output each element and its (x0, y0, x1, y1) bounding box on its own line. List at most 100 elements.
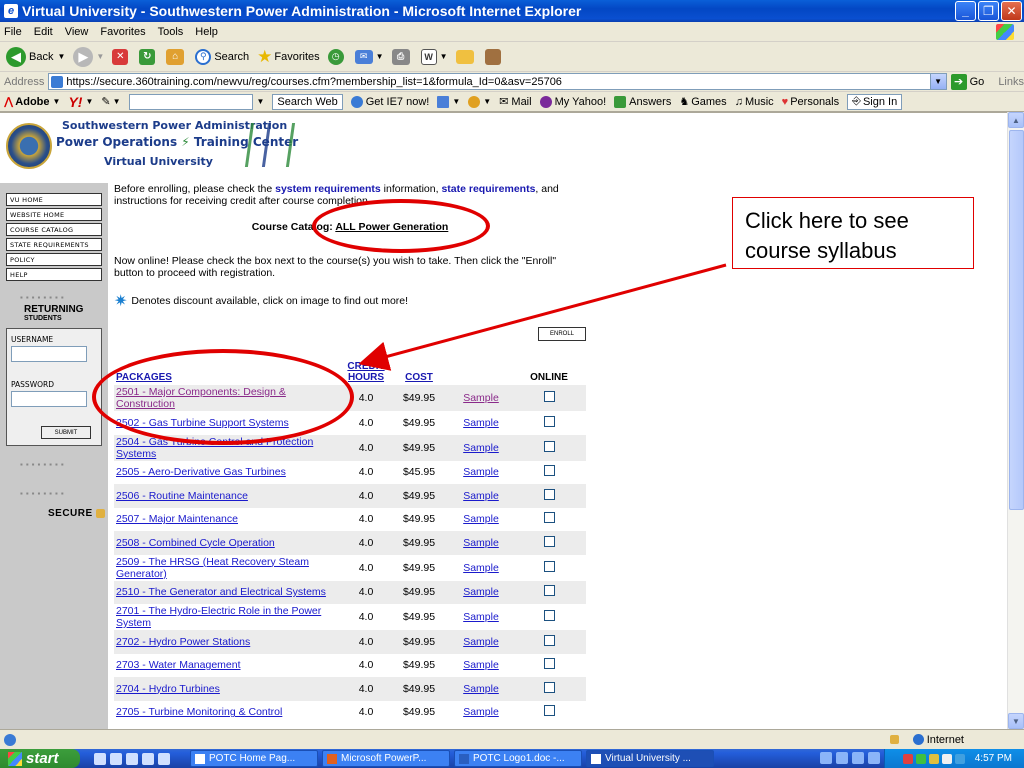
chevron-down-icon[interactable]: ▼ (57, 52, 65, 61)
enroll-checkbox[interactable] (543, 440, 555, 452)
window-titlebar[interactable]: e Virtual University - Southwestern Powe… (0, 0, 1024, 22)
sample-link[interactable]: Sample (450, 654, 512, 678)
minimize-button[interactable]: _ (955, 1, 976, 21)
nav-help[interactable]: HELP (6, 268, 102, 281)
course-link[interactable]: 2509 - The HRSG (Heat Recovery Steam Gen… (114, 555, 344, 581)
enroll-checkbox[interactable] (543, 391, 555, 402)
cost-header[interactable]: COST (388, 357, 450, 385)
task-potc-logo-doc[interactable]: POTC Logo1.doc -... (454, 750, 582, 767)
course-link[interactable]: 2505 - Aero-Derivative Gas Turbines (114, 461, 344, 485)
history-button[interactable]: ◷ (327, 48, 347, 65)
sample-link[interactable]: Sample (450, 580, 512, 604)
search-button[interactable]: ⚲ Search (195, 48, 249, 65)
course-link[interactable]: 2507 - Major Maintenance (114, 508, 344, 532)
personals-link[interactable]: ♥ Personals (782, 96, 839, 108)
chevron-down-icon[interactable]: ▼ (929, 74, 946, 89)
enroll-checkbox[interactable] (543, 585, 555, 597)
adobe-button[interactable]: ⋀ Adobe ▼ (4, 95, 60, 109)
task-virtual-university[interactable]: Virtual University ... (586, 750, 714, 767)
pencil-menu[interactable]: ✎ ▼ (101, 95, 120, 108)
research-button[interactable] (484, 48, 504, 65)
sample-link[interactable]: Sample (450, 461, 512, 485)
favorites-button[interactable]: ★ Favorites (257, 47, 320, 67)
course-link[interactable]: 2701 - The Hydro-Electric Role in the Po… (114, 604, 344, 630)
nav-policy[interactable]: POLICY (6, 253, 102, 266)
nav-course-catalog[interactable]: COURSE CATALOG (6, 223, 102, 236)
credit-hours-header[interactable]: CREDIT HOURS (344, 357, 388, 385)
news-menu[interactable]: ▼ (437, 95, 460, 108)
music-link[interactable]: ♫ Music (735, 96, 774, 108)
enroll-checkbox[interactable] (543, 415, 555, 427)
folder-button[interactable] (455, 49, 477, 64)
tray-icon[interactable] (915, 753, 926, 764)
links-toolbar-label[interactable]: Links (998, 76, 1024, 88)
tray-icon[interactable] (820, 752, 832, 764)
sample-link[interactable]: Sample (450, 555, 512, 581)
answers-link[interactable]: Answers (614, 95, 671, 108)
enroll-button[interactable]: ENROLL (538, 327, 586, 341)
vertical-scrollbar[interactable]: ▲ ▼ (1007, 112, 1024, 729)
nav-state-requirements[interactable]: STATE REQUIREMENTS (6, 238, 102, 251)
course-link[interactable]: 2506 - Routine Maintenance (114, 484, 344, 508)
submit-button[interactable]: SUBMIT (41, 426, 91, 439)
course-link[interactable]: 2702 - Hydro Power Stations (114, 630, 344, 654)
sample-link[interactable]: Sample (450, 630, 512, 654)
pin-menu[interactable]: ▼ (468, 95, 491, 108)
course-link[interactable]: 2508 - Combined Cycle Operation (114, 531, 344, 555)
tray-icon[interactable] (868, 752, 880, 764)
potc-logo[interactable]: Southwestern Power Administration Power … (4, 117, 304, 177)
sample-link[interactable]: Sample (450, 484, 512, 508)
sample-link[interactable]: Sample (450, 434, 512, 461)
sample-link[interactable]: Sample (450, 508, 512, 532)
ie-quicklaunch-icon[interactable] (94, 752, 106, 765)
home-button[interactable]: ⌂ (166, 48, 187, 65)
tray-icon[interactable] (928, 753, 939, 764)
course-link[interactable]: 2510 - The Generator and Electrical Syst… (114, 580, 344, 604)
search-web-button[interactable]: Search Web (272, 93, 343, 110)
course-link[interactable]: 2705 - Turbine Monitoring & Control (114, 701, 344, 725)
scroll-down-icon[interactable]: ▼ (1008, 713, 1024, 729)
get-ie7-link[interactable]: Get IE7 now! (350, 95, 429, 108)
enroll-checkbox[interactable] (543, 465, 555, 477)
enroll-checkbox[interactable] (543, 560, 555, 572)
course-link[interactable]: 2704 - Hydro Turbines (114, 677, 344, 701)
menu-favorites[interactable]: Favorites (100, 26, 145, 38)
outlook-quicklaunch-icon[interactable] (126, 752, 138, 765)
games-link[interactable]: ♞ Games (679, 95, 726, 109)
username-input[interactable] (11, 346, 87, 362)
enroll-checkbox[interactable] (543, 681, 555, 693)
desktop-quicklaunch-icon[interactable] (110, 752, 122, 765)
tray-icon[interactable] (954, 753, 965, 764)
sample-link[interactable]: Sample (450, 531, 512, 555)
system-requirements-link[interactable]: system requirements (275, 183, 381, 195)
menu-view[interactable]: View (65, 26, 89, 38)
enroll-checkbox[interactable] (543, 535, 555, 547)
my-yahoo-link[interactable]: My Yahoo! (539, 95, 606, 108)
media-quicklaunch-icon[interactable] (142, 752, 154, 765)
tray-icon[interactable] (902, 753, 913, 764)
tray-icon[interactable] (941, 753, 952, 764)
chevron-down-icon[interactable]: ▼ (440, 52, 448, 61)
address-input[interactable]: https://secure.360training.com/newvu/reg… (48, 73, 947, 90)
search-dropdown[interactable]: ▼ (257, 97, 265, 106)
sample-link[interactable]: Sample (450, 385, 512, 411)
start-button[interactable]: start (0, 749, 80, 768)
sample-link[interactable]: Sample (450, 604, 512, 630)
mail-link[interactable]: ✉ Mail (499, 95, 531, 109)
menu-help[interactable]: Help (195, 26, 218, 38)
nav-website-home[interactable]: WEBSITE HOME (6, 208, 102, 221)
task-potc-home[interactable]: POTC Home Pag... (190, 750, 318, 767)
edit-button[interactable]: W ▼ (420, 48, 448, 65)
chevron-down-icon[interactable]: ▼ (376, 52, 384, 61)
password-input[interactable] (11, 391, 87, 407)
app-quicklaunch-icon[interactable] (158, 752, 170, 765)
mail-button[interactable]: ✉ ▼ (354, 49, 384, 64)
yahoo-search-input[interactable] (128, 93, 253, 110)
enroll-checkbox[interactable] (543, 705, 555, 717)
enroll-checkbox[interactable] (543, 610, 555, 621)
state-requirements-link[interactable]: state requirements (441, 183, 535, 195)
task-powerpoint[interactable]: Microsoft PowerP... (322, 750, 450, 767)
sign-in-button[interactable]: ⎆ Sign In (847, 93, 903, 110)
restore-button[interactable]: ❐ (978, 1, 999, 21)
nav-vu-home[interactable]: VU HOME (6, 193, 102, 206)
